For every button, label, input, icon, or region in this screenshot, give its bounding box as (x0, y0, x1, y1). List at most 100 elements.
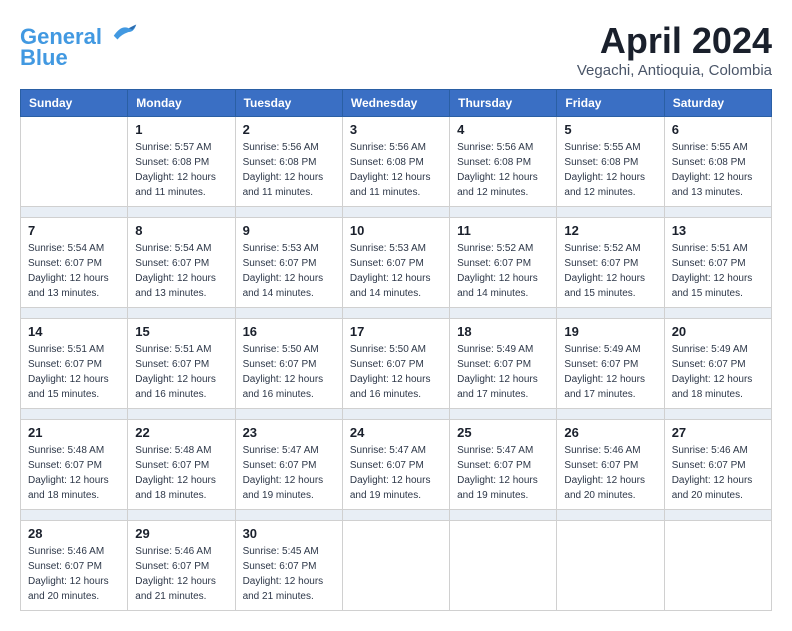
spacer-cell (557, 510, 664, 521)
spacer-cell (557, 308, 664, 319)
spacer-cell (450, 510, 557, 521)
spacer-cell (450, 207, 557, 218)
day-number: 13 (672, 223, 764, 238)
day-number: 1 (135, 122, 227, 137)
calendar-cell (21, 117, 128, 207)
day-number: 22 (135, 425, 227, 440)
day-number: 25 (457, 425, 549, 440)
day-info: Sunrise: 5:49 AMSunset: 6:07 PMDaylight:… (672, 342, 764, 402)
spacer-cell (342, 409, 449, 420)
day-number: 6 (672, 122, 764, 137)
calendar-spacer-row (21, 207, 772, 218)
calendar-cell: 14Sunrise: 5:51 AMSunset: 6:07 PMDayligh… (21, 319, 128, 409)
calendar-week-row: 7 Sunrise: 5:54 AMSunset: 6:07 PMDaylight… (21, 218, 772, 308)
spacer-cell (235, 207, 342, 218)
calendar-spacer-row (21, 510, 772, 521)
day-info: Sunrise: 5:57 AMSunset: 6:08 PMDaylight:… (135, 140, 227, 200)
calendar-table: SundayMondayTuesdayWednesdayThursdayFrid… (20, 89, 772, 611)
day-number: 27 (672, 425, 764, 440)
day-number: 29 (135, 526, 227, 541)
spacer-cell (128, 207, 235, 218)
day-number: 30 (243, 526, 335, 541)
spacer-cell (21, 207, 128, 218)
day-info: Sunrise: 5:49 AMSunset: 6:07 PMDaylight:… (457, 342, 549, 402)
calendar-cell: 30Sunrise: 5:45 AMSunset: 6:07 PMDayligh… (235, 521, 342, 611)
day-info: Sunrise: 5:53 AMSunset: 6:07 PMDaylight:… (243, 241, 335, 301)
day-number: 14 (28, 324, 120, 339)
page-header: General Blue April 2024 Vegachi, Antioqu… (20, 20, 772, 79)
spacer-cell (664, 308, 771, 319)
calendar-cell: 24 Sunrise: 5:47 AMSunset: 6:07 PMDayligh… (342, 420, 449, 510)
spacer-cell (664, 510, 771, 521)
calendar-cell: 18Sunrise: 5:49 AMSunset: 6:07 PMDayligh… (450, 319, 557, 409)
day-number: 10 (350, 223, 442, 238)
logo-bird-icon (110, 20, 140, 44)
calendar-cell: 29 Sunrise: 5:46 AMSunset: 6:07 PMDayligh… (128, 521, 235, 611)
calendar-cell: 16 Sunrise: 5:50 AMSunset: 6:07 PMDayligh… (235, 319, 342, 409)
day-info: Sunrise: 5:48 AMSunset: 6:07 PMDaylight:… (28, 443, 120, 503)
spacer-cell (557, 207, 664, 218)
day-number: 12 (564, 223, 656, 238)
spacer-cell (557, 409, 664, 420)
calendar-cell (342, 521, 449, 611)
day-number: 21 (28, 425, 120, 440)
day-number: 28 (28, 526, 120, 541)
spacer-cell (342, 308, 449, 319)
calendar-cell: 11Sunrise: 5:52 AMSunset: 6:07 PMDayligh… (450, 218, 557, 308)
day-number: 20 (672, 324, 764, 339)
spacer-cell (450, 308, 557, 319)
spacer-cell (21, 308, 128, 319)
calendar-cell: 27Sunrise: 5:46 AMSunset: 6:07 PMDayligh… (664, 420, 771, 510)
calendar-cell: 21 Sunrise: 5:48 AMSunset: 6:07 PMDayligh… (21, 420, 128, 510)
day-info: Sunrise: 5:50 AMSunset: 6:07 PMDaylight:… (350, 342, 442, 402)
day-number: 23 (243, 425, 335, 440)
weekday-header-tuesday: Tuesday (235, 90, 342, 117)
spacer-cell (450, 409, 557, 420)
day-info: Sunrise: 5:50 AMSunset: 6:07 PMDaylight:… (243, 342, 335, 402)
day-info: Sunrise: 5:55 AMSunset: 6:08 PMDaylight:… (672, 140, 764, 200)
weekday-header-sunday: Sunday (21, 90, 128, 117)
weekday-header-monday: Monday (128, 90, 235, 117)
calendar-week-row: 14Sunrise: 5:51 AMSunset: 6:07 PMDayligh… (21, 319, 772, 409)
day-number: 2 (243, 122, 335, 137)
day-info: Sunrise: 5:47 AMSunset: 6:07 PMDaylight:… (243, 443, 335, 503)
day-info: Sunrise: 5:54 AMSunset: 6:07 PMDaylight:… (135, 241, 227, 301)
day-info: Sunrise: 5:51 AMSunset: 6:07 PMDaylight:… (672, 241, 764, 301)
weekday-header-thursday: Thursday (450, 90, 557, 117)
calendar-cell: 19Sunrise: 5:49 AMSunset: 6:07 PMDayligh… (557, 319, 664, 409)
calendar-cell (557, 521, 664, 611)
spacer-cell (21, 409, 128, 420)
day-info: Sunrise: 5:56 AMSunset: 6:08 PMDaylight:… (243, 140, 335, 200)
calendar-cell: 28 Sunrise: 5:46 AMSunset: 6:07 PMDayligh… (21, 521, 128, 611)
calendar-cell: 10Sunrise: 5:53 AMSunset: 6:07 PMDayligh… (342, 218, 449, 308)
calendar-cell: 2 Sunrise: 5:56 AMSunset: 6:08 PMDaylight… (235, 117, 342, 207)
spacer-cell (235, 308, 342, 319)
day-info: Sunrise: 5:47 AMSunset: 6:07 PMDaylight:… (457, 443, 549, 503)
calendar-header-row: SundayMondayTuesdayWednesdayThursdayFrid… (21, 90, 772, 117)
calendar-cell (664, 521, 771, 611)
day-number: 7 (28, 223, 120, 238)
day-number: 16 (243, 324, 335, 339)
day-number: 4 (457, 122, 549, 137)
day-number: 3 (350, 122, 442, 137)
day-info: Sunrise: 5:54 AMSunset: 6:07 PMDaylight:… (28, 241, 120, 301)
spacer-cell (342, 510, 449, 521)
calendar-cell: 26Sunrise: 5:46 AMSunset: 6:07 PMDayligh… (557, 420, 664, 510)
day-number: 15 (135, 324, 227, 339)
calendar-cell: 12 Sunrise: 5:52 AMSunset: 6:07 PMDayligh… (557, 218, 664, 308)
day-info: Sunrise: 5:46 AMSunset: 6:07 PMDaylight:… (135, 544, 227, 604)
day-number: 24 (350, 425, 442, 440)
calendar-spacer-row (21, 308, 772, 319)
calendar-cell: 9Sunrise: 5:53 AMSunset: 6:07 PMDaylight… (235, 218, 342, 308)
calendar-cell: 23 Sunrise: 5:47 AMSunset: 6:07 PMDayligh… (235, 420, 342, 510)
day-info: Sunrise: 5:55 AMSunset: 6:08 PMDaylight:… (564, 140, 656, 200)
day-info: Sunrise: 5:46 AMSunset: 6:07 PMDaylight:… (28, 544, 120, 604)
calendar-cell: 3 Sunrise: 5:56 AMSunset: 6:08 PMDaylight… (342, 117, 449, 207)
calendar-week-row: 1 Sunrise: 5:57 AMSunset: 6:08 PMDaylight… (21, 117, 772, 207)
day-info: Sunrise: 5:52 AMSunset: 6:07 PMDaylight:… (564, 241, 656, 301)
title-area: April 2024 Vegachi, Antioquia, Colombia (577, 20, 772, 79)
day-info: Sunrise: 5:47 AMSunset: 6:07 PMDaylight:… (350, 443, 442, 503)
day-info: Sunrise: 5:56 AMSunset: 6:08 PMDaylight:… (350, 140, 442, 200)
day-number: 5 (564, 122, 656, 137)
weekday-header-saturday: Saturday (664, 90, 771, 117)
